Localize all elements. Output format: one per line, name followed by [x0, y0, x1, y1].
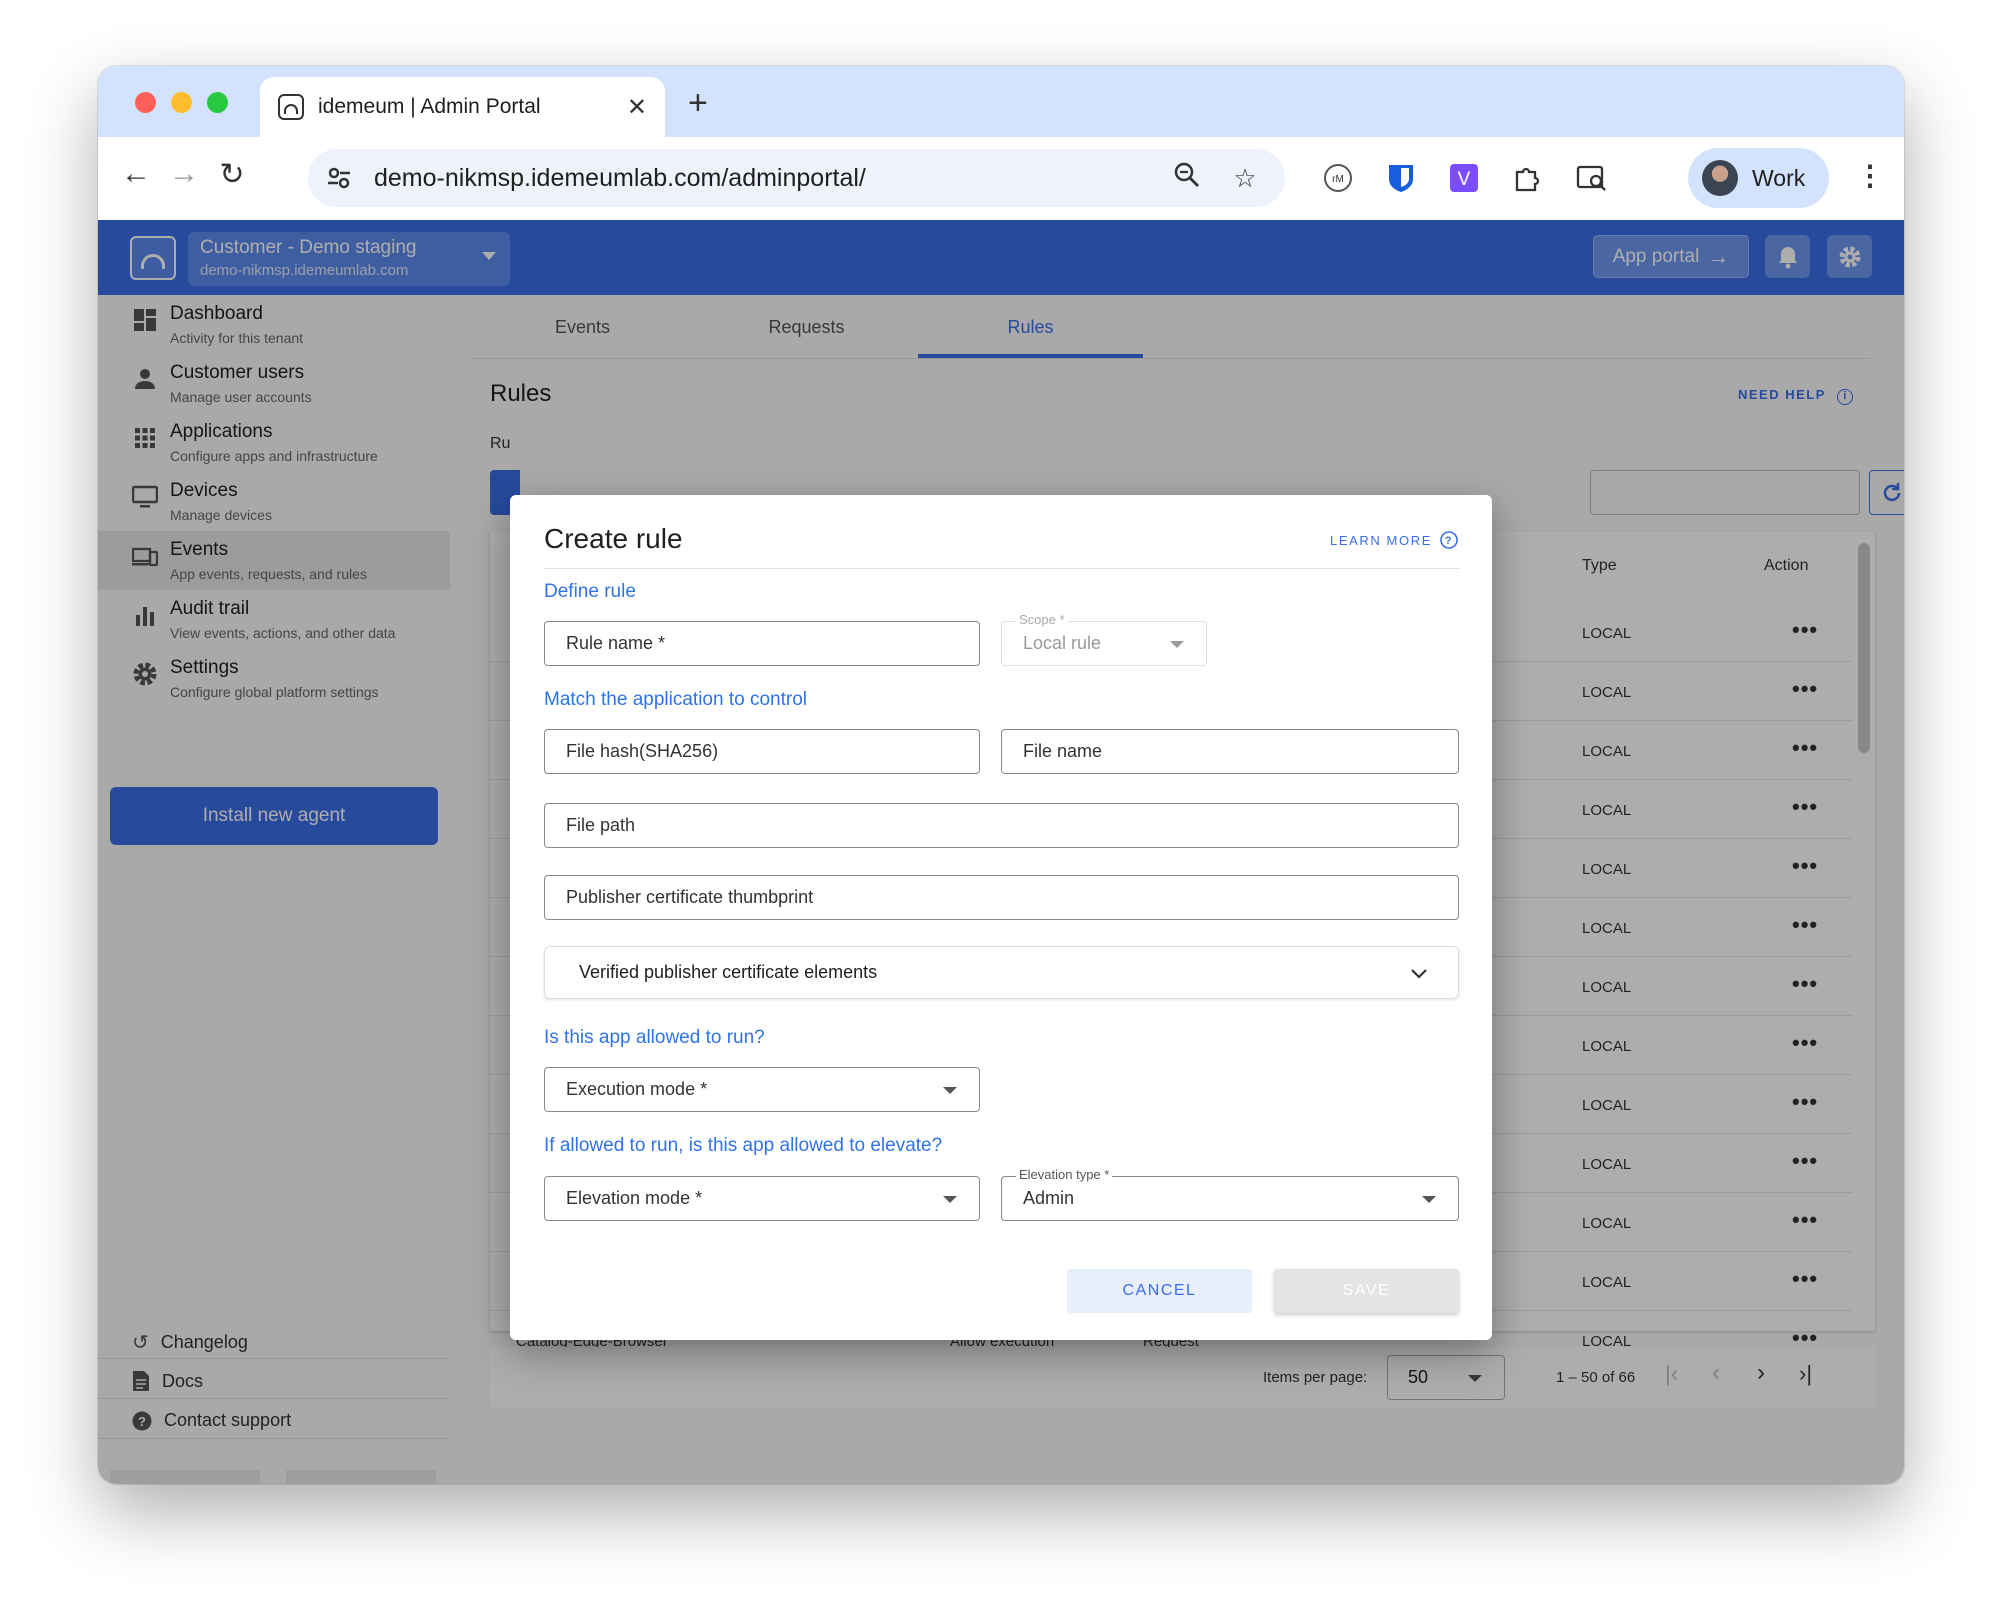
tab-strip: idemeum | Admin Portal ✕ + — [98, 66, 1904, 137]
publisher-thumbprint-placeholder: Publisher certificate thumbprint — [566, 887, 814, 907]
caret-down-icon — [1422, 1196, 1436, 1203]
bookmark-star-icon[interactable]: ☆ — [1227, 163, 1263, 194]
rule-name-placeholder: Rule name * — [566, 633, 666, 653]
bitwarden-extension-icon[interactable] — [1383, 160, 1419, 196]
rm-extension-icon[interactable]: rM — [1320, 160, 1356, 196]
url-text[interactable]: demo-nikmsp.idemeumlab.com/adminportal/ — [374, 164, 1169, 193]
learn-more-link[interactable]: LEARN MORE ? — [1330, 531, 1458, 549]
v-extension-icon[interactable]: V — [1446, 160, 1482, 196]
caret-down-icon — [943, 1196, 957, 1203]
window-controls — [135, 92, 228, 113]
back-button[interactable]: ← — [116, 157, 156, 191]
admin-portal: Customer - Demo staging demo-nikmsp.idem… — [98, 220, 1904, 1484]
chevron-down-icon — [1411, 969, 1427, 979]
close-window-button[interactable] — [135, 92, 156, 113]
svg-text:rM: rM — [1332, 174, 1344, 185]
svg-text:V: V — [1458, 169, 1471, 190]
svg-text:?: ? — [1445, 535, 1453, 547]
elevation-type-value: Admin — [1023, 1188, 1075, 1208]
section-define-rule: Define rule — [544, 581, 636, 602]
scope-value: Local rule — [1023, 633, 1102, 653]
idemeum-favicon-icon — [278, 94, 304, 120]
rule-name-field[interactable]: Rule name * — [544, 621, 980, 666]
extensions-puzzle-icon[interactable] — [1509, 160, 1545, 196]
publisher-thumbprint-field[interactable]: Publisher certificate thumbprint — [544, 875, 1459, 920]
elevation-mode-select[interactable]: Elevation mode * — [544, 1176, 980, 1221]
browser-window: idemeum | Admin Portal ✕ + ← → ↻ demo-ni… — [98, 66, 1904, 1484]
avatar — [1702, 160, 1738, 196]
profile-name: Work — [1752, 164, 1806, 191]
file-hash-placeholder: File hash(SHA256) — [566, 741, 719, 761]
verified-publisher-expander[interactable]: Verified publisher certificate elements — [544, 946, 1459, 999]
browser-tab[interactable]: idemeum | Admin Portal ✕ — [260, 77, 665, 137]
section-allowed-to-elevate: If allowed to run, is this app allowed t… — [544, 1135, 943, 1156]
zoom-window-button[interactable] — [207, 92, 228, 113]
cancel-button[interactable]: CANCEL — [1067, 1269, 1252, 1313]
divider — [544, 568, 1459, 569]
caret-down-icon — [1170, 641, 1184, 648]
tab-title: idemeum | Admin Portal — [318, 95, 541, 118]
elevation-type-select[interactable]: Elevation type * Admin — [1001, 1167, 1459, 1221]
file-hash-field[interactable]: File hash(SHA256) — [544, 729, 980, 774]
tab-close-icon[interactable]: ✕ — [627, 93, 647, 122]
help-circle-icon: ? — [1440, 531, 1458, 549]
learn-more-label: LEARN MORE — [1330, 532, 1432, 548]
browser-toolbar: ← → ↻ demo-nikmsp.idemeumlab.com/adminpo… — [98, 137, 1904, 220]
save-button[interactable]: SAVE — [1274, 1269, 1459, 1313]
file-path-field[interactable]: File path — [544, 803, 1459, 848]
execution-mode-select[interactable]: Execution mode * — [544, 1067, 980, 1112]
create-rule-dialog: Create rule LEARN MORE ? Define rule Rul… — [510, 495, 1492, 1340]
forward-button[interactable]: → — [164, 157, 204, 191]
browser-menu-icon[interactable]: ⋮ — [1856, 159, 1884, 192]
scope-label: Scope * — [1016, 612, 1068, 627]
file-name-field[interactable]: File name — [1001, 729, 1459, 774]
elevation-mode-placeholder: Elevation mode * — [566, 1188, 703, 1208]
reload-button[interactable]: ↻ — [212, 157, 252, 192]
section-allowed-to-run: Is this app allowed to run? — [544, 1027, 765, 1048]
verified-publisher-label: Verified publisher certificate elements — [579, 962, 878, 982]
file-path-placeholder: File path — [566, 815, 636, 835]
profile-button[interactable]: Work — [1688, 148, 1829, 208]
search-tabs-icon[interactable] — [1574, 160, 1610, 196]
scope-select: Scope * Local rule — [1001, 612, 1207, 666]
file-name-placeholder: File name — [1023, 741, 1103, 761]
elevation-type-label: Elevation type * — [1016, 1167, 1113, 1182]
section-match-application: Match the application to control — [544, 689, 807, 710]
new-tab-button[interactable]: + — [688, 84, 708, 123]
minimize-window-button[interactable] — [171, 92, 192, 113]
execution-mode-placeholder: Execution mode * — [566, 1079, 708, 1099]
address-bar[interactable]: demo-nikmsp.idemeumlab.com/adminportal/ … — [308, 149, 1285, 207]
caret-down-icon — [943, 1087, 957, 1094]
zoom-icon[interactable] — [1169, 161, 1205, 196]
site-settings-icon[interactable] — [326, 165, 352, 191]
dialog-title: Create rule — [544, 523, 683, 554]
